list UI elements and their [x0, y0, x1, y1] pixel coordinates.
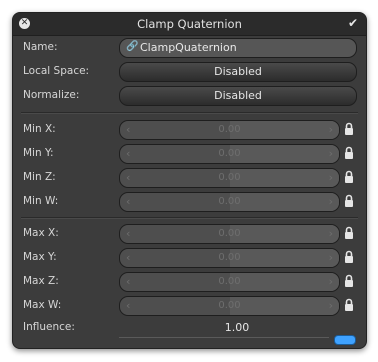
min-x-value: 0.00 — [218, 124, 241, 135]
decrement-icon[interactable]: ‹ — [126, 225, 130, 243]
influence-slider-track[interactable] — [119, 337, 329, 338]
min-z-row: Min Z: ‹ 0.00 › — [13, 167, 366, 189]
divider — [21, 217, 358, 219]
clamp-quaternion-panel: ✕ Clamp Quaternion ✔ Name: 🔗 ClampQuater… — [12, 12, 367, 349]
lock-icon[interactable] — [344, 298, 354, 312]
min-w-value: 0.00 — [218, 196, 241, 207]
min-z-label: Min Z: — [23, 171, 56, 183]
min-z-value: 0.00 — [218, 172, 241, 183]
increment-icon[interactable]: › — [329, 121, 333, 139]
max-z-field[interactable]: ‹ 0.00 › — [119, 272, 340, 292]
min-w-row: Min W: ‹ 0.00 › — [13, 191, 366, 213]
lock-icon[interactable] — [344, 170, 354, 184]
max-y-row: Max Y: ‹ 0.00 › — [13, 247, 366, 269]
decrement-icon[interactable]: ‹ — [126, 193, 130, 211]
decrement-icon[interactable]: ‹ — [126, 145, 130, 163]
confirm-icon[interactable]: ✔ — [348, 16, 358, 30]
lock-icon[interactable] — [344, 194, 354, 208]
link-icon: 🔗 — [126, 41, 139, 52]
increment-icon[interactable]: › — [329, 225, 333, 243]
decrement-icon[interactable]: ‹ — [126, 249, 130, 267]
lock-icon[interactable] — [344, 226, 354, 240]
name-field[interactable]: 🔗 ClampQuaternion — [119, 38, 357, 58]
name-row: Name: 🔗 ClampQuaternion — [13, 37, 366, 59]
influence-keyframe-button[interactable] — [334, 335, 356, 345]
increment-icon[interactable]: › — [329, 145, 333, 163]
increment-icon[interactable]: › — [329, 249, 333, 267]
max-w-value: 0.00 — [218, 300, 241, 311]
max-x-label: Max X: — [23, 227, 59, 239]
lock-icon[interactable] — [344, 122, 354, 136]
min-y-value: 0.00 — [218, 148, 241, 159]
normalize-row: Normalize: Disabled — [13, 85, 366, 107]
decrement-icon[interactable]: ‹ — [126, 169, 130, 187]
increment-icon[interactable]: › — [329, 169, 333, 187]
max-x-row: Max X: ‹ 0.00 › — [13, 223, 366, 245]
local-space-row: Local Space: Disabled — [13, 61, 366, 83]
divider — [21, 112, 358, 114]
min-x-field[interactable]: ‹ 0.00 › — [119, 120, 340, 140]
min-x-label: Min X: — [23, 123, 56, 135]
min-w-field[interactable]: ‹ 0.00 › — [119, 192, 340, 212]
lock-icon[interactable] — [344, 274, 354, 288]
min-w-label: Min W: — [23, 195, 59, 207]
min-y-label: Min Y: — [23, 147, 54, 159]
decrement-icon[interactable]: ‹ — [126, 297, 130, 315]
max-x-value: 0.00 — [218, 228, 241, 239]
lock-icon[interactable] — [344, 250, 354, 264]
max-y-value: 0.00 — [218, 252, 241, 263]
increment-icon[interactable]: › — [329, 297, 333, 315]
max-z-row: Max Z: ‹ 0.00 › — [13, 271, 366, 293]
min-x-row: Min X: ‹ 0.00 › — [13, 119, 366, 141]
increment-icon[interactable]: › — [329, 273, 333, 291]
normalize-button[interactable]: Disabled — [119, 86, 357, 106]
local-space-label: Local Space: — [23, 65, 90, 77]
decrement-icon[interactable]: ‹ — [126, 273, 130, 291]
min-y-row: Min Y: ‹ 0.00 › — [13, 143, 366, 165]
title-bar: ✕ Clamp Quaternion ✔ — [13, 13, 366, 36]
max-w-field[interactable]: ‹ 0.00 › — [119, 296, 340, 316]
min-y-field[interactable]: ‹ 0.00 › — [119, 144, 340, 164]
max-y-field[interactable]: ‹ 0.00 › — [119, 248, 340, 268]
normalize-label: Normalize: — [23, 89, 80, 101]
influence-label: Influence: — [23, 321, 75, 333]
min-z-field[interactable]: ‹ 0.00 › — [119, 168, 340, 188]
max-z-label: Max Z: — [23, 275, 59, 287]
max-w-row: Max W: ‹ 0.00 › — [13, 295, 366, 317]
window-title: Clamp Quaternion — [137, 17, 242, 31]
increment-icon[interactable]: › — [329, 193, 333, 211]
max-z-value: 0.00 — [218, 276, 241, 287]
name-value: ClampQuaternion — [140, 41, 237, 54]
local-space-button[interactable]: Disabled — [119, 62, 357, 82]
influence-value: 1.00 — [224, 321, 250, 334]
max-y-label: Max Y: — [23, 251, 57, 263]
lock-icon[interactable] — [344, 146, 354, 160]
influence-row: Influence: 1.00 — [13, 317, 366, 347]
max-x-field[interactable]: ‹ 0.00 › — [119, 224, 340, 244]
max-w-label: Max W: — [23, 299, 62, 311]
decrement-icon[interactable]: ‹ — [126, 121, 130, 139]
name-label: Name: — [23, 41, 58, 53]
